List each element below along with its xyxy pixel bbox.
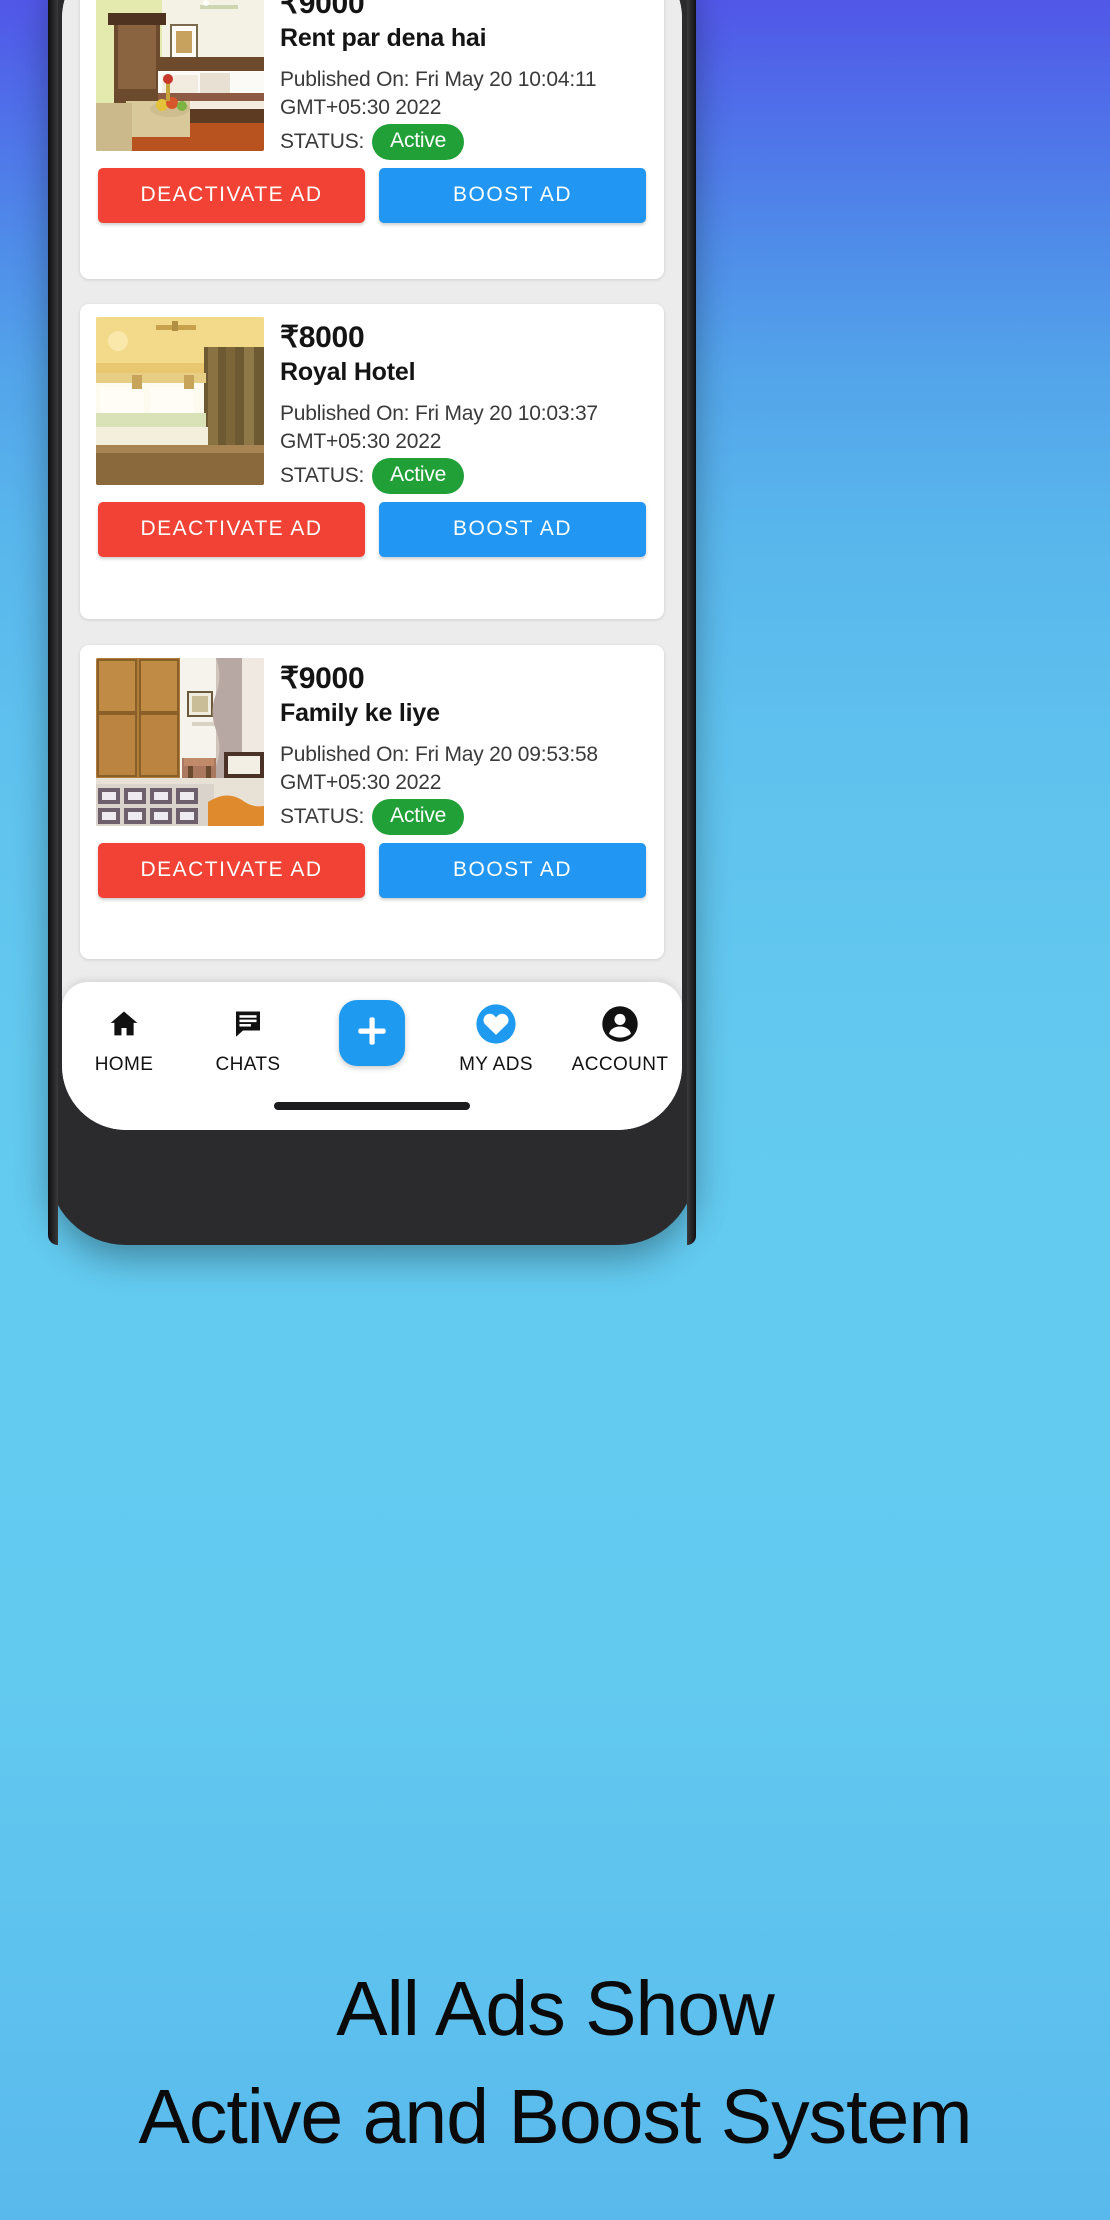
- ad-thumbnail-image[interactable]: [96, 317, 264, 485]
- ad-title: Family ke liye: [280, 699, 440, 727]
- ad-title: Rent par dena hai: [280, 24, 487, 52]
- home-icon: [107, 1004, 141, 1044]
- ad-published-line-1: Published On: Fri May 20 09:53:58: [280, 743, 598, 766]
- nav-item-chats[interactable]: CHATS: [186, 992, 310, 1100]
- status-badge: Active: [372, 799, 465, 835]
- phone-screen: ₹9000 Rent par dena hai Published On: Fr…: [62, 0, 682, 1130]
- ad-published-line-1: Published On: Fri May 20 10:04:11: [280, 68, 597, 91]
- ad-status-row: STATUS: Active: [280, 458, 656, 494]
- ad-published-line-1: Published On: Fri May 20 10:03:37: [280, 402, 598, 425]
- promo-screenshot-page: ₹9000 Rent par dena hai Published On: Fr…: [0, 0, 1110, 2220]
- ad-actions: DEACTIVATE AD BOOST AD: [80, 831, 664, 909]
- ad-info: ₹8000 Royal Hotel Published On: Fri May …: [280, 320, 656, 494]
- deactivate-ad-button[interactable]: DEACTIVATE AD: [98, 501, 365, 557]
- add-ad-fab[interactable]: [310, 992, 434, 1100]
- caption-line-2: Active and Boost System: [138, 2074, 973, 2160]
- ad-status-row: STATUS: Active: [280, 799, 656, 835]
- nav-item-home[interactable]: HOME: [62, 992, 186, 1100]
- status-badge: Active: [372, 458, 465, 494]
- deactivate-ad-button[interactable]: DEACTIVATE AD: [98, 842, 365, 898]
- nav-label-home: HOME: [94, 1054, 154, 1075]
- heart-icon: [475, 1004, 517, 1044]
- boost-ad-button[interactable]: BOOST AD: [379, 167, 646, 223]
- ad-card-body: ₹9000 Rent par dena hai Published On: Fr…: [80, 0, 664, 160]
- power-button[interactable]: [687, 135, 695, 223]
- ad-thumbnail-image[interactable]: [96, 658, 264, 826]
- ad-price: ₹8000: [280, 321, 365, 354]
- ad-published-line-2: GMT+05:30 2022: [280, 430, 442, 453]
- ad-status-label: STATUS:: [280, 464, 365, 487]
- home-indicator: [274, 1102, 470, 1110]
- boost-ad-button[interactable]: BOOST AD: [379, 842, 646, 898]
- status-badge: Active: [372, 124, 465, 160]
- ad-status-label: STATUS:: [280, 130, 365, 153]
- my-ads-list[interactable]: ₹9000 Rent par dena hai Published On: Fr…: [62, 0, 682, 982]
- ad-published-line-2: GMT+05:30 2022: [280, 96, 442, 119]
- plus-icon: [353, 1012, 391, 1055]
- nav-item-my-ads[interactable]: MY ADS: [434, 992, 558, 1100]
- nav-label-my-ads: MY ADS: [459, 1054, 533, 1075]
- ad-published-line-2: GMT+05:30 2022: [280, 771, 442, 794]
- ad-actions: DEACTIVATE AD BOOST AD: [80, 156, 664, 234]
- ad-actions: DEACTIVATE AD BOOST AD: [80, 490, 664, 568]
- chat-bubble-icon: [232, 1004, 264, 1044]
- ad-title: Royal Hotel: [280, 358, 416, 386]
- ad-info: ₹9000 Family ke liye Published On: Fri M…: [280, 661, 656, 835]
- ad-status-label: STATUS:: [280, 805, 365, 828]
- nav-label-chats: CHATS: [215, 1054, 281, 1075]
- nav-label-account: ACCOUNT: [571, 1054, 669, 1075]
- promo-caption: All Ads Show Active and Boost System: [0, 1955, 1110, 2171]
- ad-thumbnail-image[interactable]: [96, 0, 264, 151]
- ad-info: ₹9000 Rent par dena hai Published On: Fr…: [280, 0, 656, 160]
- ad-price: ₹9000: [280, 662, 365, 695]
- phone-frame: ₹9000 Rent par dena hai Published On: Fr…: [48, 0, 696, 1245]
- deactivate-ad-button[interactable]: DEACTIVATE AD: [98, 167, 365, 223]
- ad-card[interactable]: ₹9000 Rent par dena hai Published On: Fr…: [80, 0, 664, 279]
- ad-card-body: ₹8000 Royal Hotel Published On: Fri May …: [80, 304, 664, 494]
- nav-item-account[interactable]: ACCOUNT: [558, 992, 682, 1100]
- ad-card[interactable]: ₹8000 Royal Hotel Published On: Fri May …: [80, 304, 664, 619]
- bottom-navigation-bar: HOME CHATS MY ADS ACCOUNT: [62, 982, 682, 1130]
- boost-ad-button[interactable]: BOOST AD: [379, 501, 646, 557]
- ad-price: ₹9000: [280, 0, 365, 20]
- ad-card-body: ₹9000 Family ke liye Published On: Fri M…: [80, 645, 664, 835]
- account-circle-icon: [601, 1004, 639, 1044]
- caption-line-1: All Ads Show: [336, 1966, 774, 2052]
- ad-status-row: STATUS: Active: [280, 124, 656, 160]
- ad-card[interactable]: ₹9000 Family ke liye Published On: Fri M…: [80, 645, 664, 959]
